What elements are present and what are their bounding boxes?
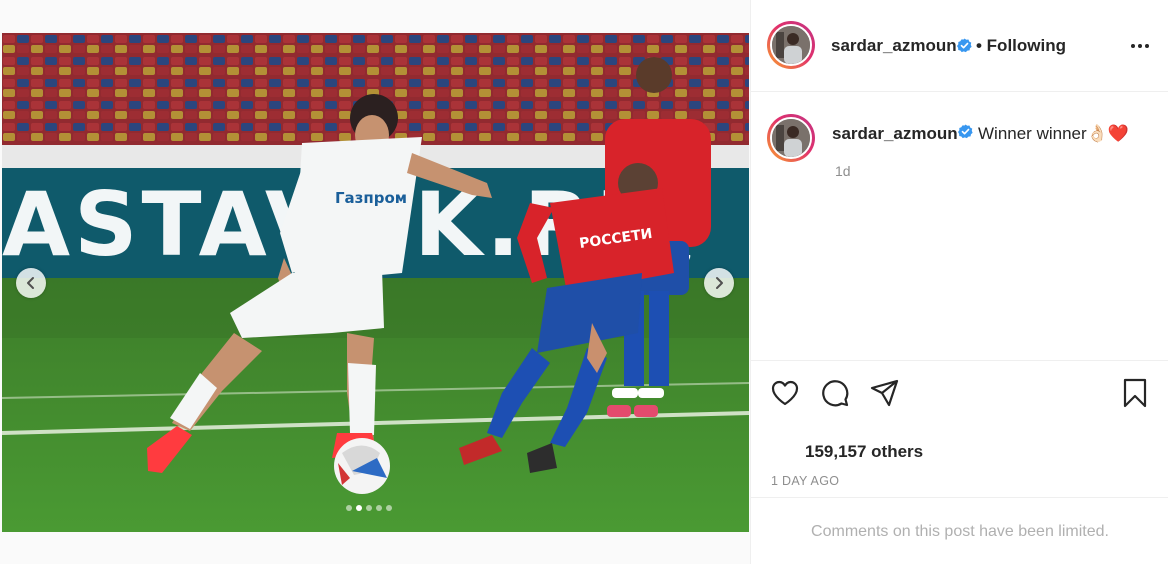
football-match-image: ASTAVOK.RU 87: [2, 33, 749, 532]
bookmark-icon[interactable]: [1119, 377, 1151, 409]
home-shirt-text: Газпром: [335, 189, 407, 207]
caption-avatar[interactable]: [767, 114, 815, 162]
carousel-dot: [376, 505, 382, 511]
more-icon[interactable]: [1129, 36, 1151, 56]
verified-badge-icon: [957, 38, 972, 53]
heart-icon[interactable]: [769, 377, 801, 409]
comment-icon[interactable]: [819, 377, 851, 409]
caption-username[interactable]: sardar_azmoun: [832, 124, 958, 144]
post-header: sardar_azmoun • Following: [751, 0, 1168, 92]
post-actions: [751, 360, 1168, 430]
post-author-username[interactable]: sardar_azmoun: [831, 36, 957, 56]
comments-limited-notice: Comments on this post have been limited.: [751, 497, 1168, 564]
share-icon[interactable]: [869, 377, 901, 409]
profile-picture: [772, 119, 810, 157]
post-sidebar: sardar_azmoun • Following sardar_azmoun: [750, 0, 1168, 564]
football: [334, 438, 390, 494]
media-pane: ASTAVOK.RU 87: [0, 0, 750, 564]
previous-slide-button[interactable]: [16, 268, 46, 298]
likes-count[interactable]: 159,157 others: [805, 442, 923, 462]
carousel-dot-active: [356, 505, 362, 511]
chevron-right-icon: [716, 277, 723, 289]
carousel-dot: [366, 505, 372, 511]
profile-picture: [772, 26, 810, 64]
caption-text: Winner winner👌🏻❤️: [978, 124, 1129, 143]
carousel-dots: [346, 505, 392, 511]
chevron-left-icon: [27, 277, 34, 289]
post-photo[interactable]: ASTAVOK.RU 87: [2, 33, 749, 532]
verified-badge-icon: [958, 124, 973, 139]
caption-age[interactable]: 1d: [835, 163, 851, 179]
carousel-dot: [386, 505, 392, 511]
following-button[interactable]: • Following: [976, 36, 1066, 56]
post-timestamp[interactable]: 1 DAY AGO: [771, 474, 839, 488]
next-slide-button[interactable]: [704, 268, 734, 298]
carousel-dot: [346, 505, 352, 511]
avatar[interactable]: [767, 21, 815, 69]
